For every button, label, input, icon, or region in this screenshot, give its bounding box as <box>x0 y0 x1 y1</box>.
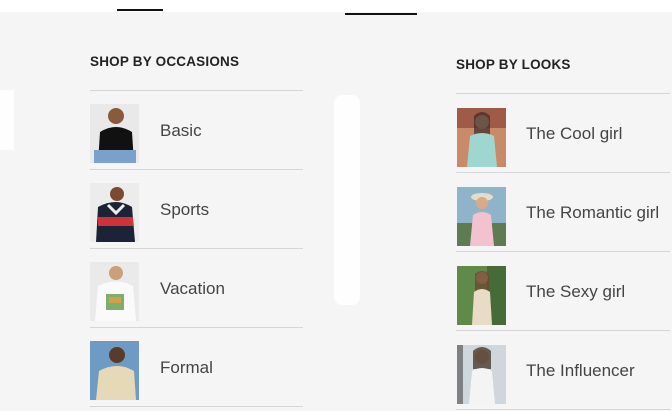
look-label: The Influencer <box>526 361 635 380</box>
man-black-tshirt-image <box>90 104 139 163</box>
occasions-title: SHOP BY OCCASIONS <box>90 54 240 69</box>
man-formal-shirt-image <box>90 341 139 400</box>
occasion-item-vacation[interactable]: Vacation <box>90 249 303 328</box>
look-label: The Cool girl <box>526 124 623 143</box>
look-label: The Romantic girl <box>526 203 660 222</box>
man-sports-jacket-image <box>90 183 139 242</box>
occasion-label: Formal <box>160 358 213 377</box>
occasion-item-sports[interactable]: Sports <box>90 170 303 249</box>
woman-cool-outfit-image <box>457 108 506 167</box>
occasion-label: Vacation <box>160 279 225 298</box>
occasion-label: Sports <box>160 200 210 219</box>
smudge-left <box>0 90 14 150</box>
look-item-influencer[interactable]: The Influencer <box>456 331 670 410</box>
man-graphic-tee-image <box>90 262 139 321</box>
shop-by-occasions-panel: SHOP BY OCCASIONS Basic Sports Vacation … <box>90 44 303 407</box>
look-item-cool-girl[interactable]: The Cool girl <box>456 94 670 173</box>
woman-influencer-outfit-image <box>457 345 506 404</box>
look-label: The Sexy girl <box>526 282 626 301</box>
occasion-item-basic[interactable]: Basic <box>90 91 303 170</box>
woman-sexy-outfit-image <box>457 266 506 325</box>
looks-title: SHOP BY LOOKS <box>456 57 571 72</box>
shop-by-looks-panel: SHOP BY LOOKS The Cool girl The Romantic <box>456 47 670 410</box>
smudge-center <box>334 95 360 305</box>
top-nav-bar <box>0 0 672 12</box>
nav-tab-indicator-active <box>345 13 417 15</box>
woman-romantic-outfit-image <box>457 187 506 246</box>
occasion-label: Basic <box>160 121 202 140</box>
nav-tab-indicator <box>117 9 163 11</box>
look-item-romantic-girl[interactable]: The Romantic girl <box>456 173 670 252</box>
look-item-sexy-girl[interactable]: The Sexy girl <box>456 252 670 331</box>
occasion-item-formal[interactable]: Formal <box>90 328 303 407</box>
